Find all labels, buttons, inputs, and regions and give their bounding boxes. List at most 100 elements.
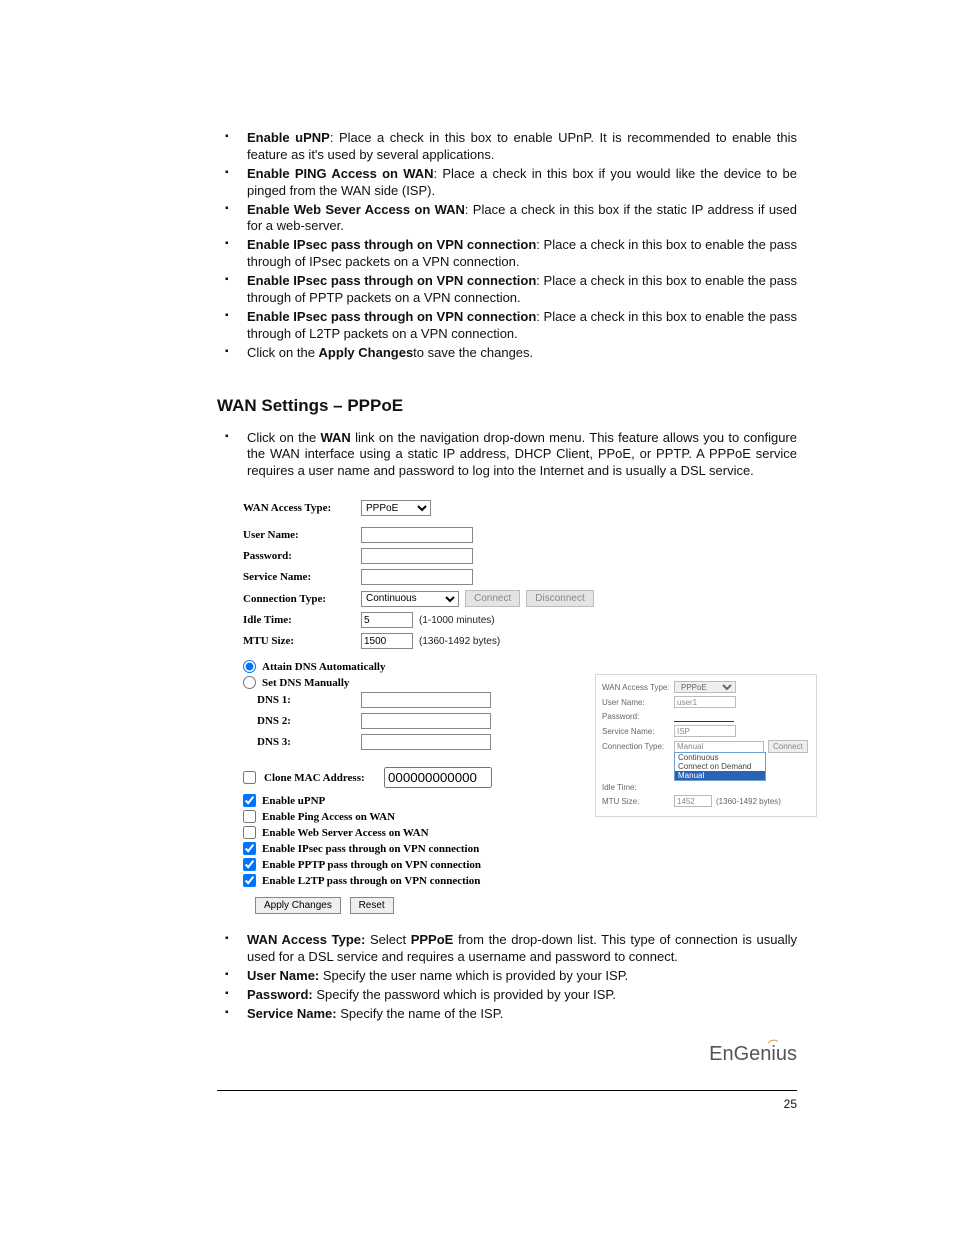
wan-access-type-select[interactable]: PPPoE	[361, 500, 431, 516]
bullet-item: Enable Web Sever Access on WAN: Place a …	[225, 202, 797, 236]
idle-time-input[interactable]	[361, 612, 413, 628]
inset-option: Connect on Demand	[675, 762, 765, 771]
inset-idle-time-label: Idle Time:	[602, 783, 674, 792]
enable-ipsec-label: Enable IPsec pass through on VPN connect…	[262, 843, 479, 855]
clone-mac-label: Clone MAC Address:	[264, 772, 384, 784]
enable-ping-label: Enable Ping Access on WAN	[262, 811, 395, 823]
disconnect-button[interactable]: Disconnect	[526, 590, 593, 607]
bullet-item: Enable IPsec pass through on VPN connect…	[225, 273, 797, 307]
inset-wan-access-label: WAN Access Type:	[602, 683, 674, 692]
enable-upnp-label: Enable uPNP	[262, 795, 325, 807]
bullet-rest: : Place a check in this box to enable UP…	[247, 130, 797, 162]
inset-password-label: Password:	[602, 712, 674, 721]
wifi-wave-icon: ⌒	[767, 1036, 780, 1053]
bullet-item: WAN Access Type: Select PPPoE from the d…	[225, 932, 797, 966]
enable-pptp-label: Enable PPTP pass through on VPN connecti…	[262, 859, 481, 871]
logo-wrap: ⌒ EnGenius	[217, 1043, 797, 1066]
dns3-label: DNS 3:	[257, 736, 361, 748]
attain-dns-radio[interactable]	[243, 660, 256, 673]
footer-rule	[217, 1090, 797, 1091]
reset-button[interactable]: Reset	[350, 897, 394, 914]
inset-wan-access-select: PPPoE	[674, 681, 736, 693]
upper-bullet-list: Enable uPNP: Place a check in this box t…	[217, 130, 797, 362]
inset-option-selected: Manual	[675, 771, 765, 780]
inset-mtu-label: MTU Size:	[602, 797, 674, 806]
idle-time-label: Idle Time:	[243, 614, 361, 626]
bullet-item: Enable IPsec pass through on VPN connect…	[225, 309, 797, 343]
dns2-input[interactable]	[361, 713, 491, 729]
inset-user-name-value	[674, 696, 736, 708]
inset-mtu-hint: (1360-1492 bytes)	[716, 797, 781, 806]
inset-conn-type-value	[674, 741, 764, 753]
bullet-item: Enable IPsec pass through on VPN connect…	[225, 237, 797, 271]
bullet-bold2: PPPoE	[411, 932, 454, 947]
enable-pptp-checkbox[interactable]	[243, 858, 256, 871]
inset-service-name-value	[674, 725, 736, 737]
bullet-bold: Enable uPNP	[247, 130, 330, 145]
password-input[interactable]	[361, 548, 473, 564]
bullet-mid: Select	[365, 932, 410, 947]
bullet-bold: Password:	[247, 987, 313, 1002]
mtu-label: MTU Size:	[243, 635, 361, 647]
user-name-input[interactable]	[361, 527, 473, 543]
inset-conn-type-label: Connection Type:	[602, 742, 674, 751]
bullet-rest: Specify the password which is provided b…	[313, 987, 616, 1002]
connection-type-label: Connection Type:	[243, 593, 361, 605]
idle-time-hint: (1-1000 minutes)	[419, 615, 495, 626]
inset-preview: WAN Access Type:PPPoE User Name: Passwor…	[595, 674, 817, 817]
bullet-item: Click on the WAN link on the navigation …	[225, 430, 797, 481]
bullet-bold: Enable IPsec pass through on VPN connect…	[247, 309, 536, 324]
enable-web-server-label: Enable Web Server Access on WAN	[262, 827, 429, 839]
inset-mtu-value	[674, 795, 712, 807]
inset-connect-button: Connect	[768, 740, 808, 753]
wan-form: WAN Access Type: PPPoE User Name: Passwo…	[243, 500, 797, 914]
bullet-item: Click on the Apply Changesto save the ch…	[225, 345, 797, 362]
bullet-item: Enable uPNP: Place a check in this box t…	[225, 130, 797, 164]
bullet-bold: Service Name:	[247, 1006, 337, 1021]
dns2-label: DNS 2:	[257, 715, 361, 727]
enable-l2tp-label: Enable L2TP pass through on VPN connecti…	[262, 875, 480, 887]
set-dns-label: Set DNS Manually	[262, 677, 349, 689]
connect-button[interactable]: Connect	[465, 590, 520, 607]
intro-pre: Click on the	[247, 430, 320, 445]
clone-mac-checkbox[interactable]	[243, 771, 256, 784]
attain-dns-label: Attain DNS Automatically	[262, 661, 385, 673]
inset-option: Continuous	[675, 753, 765, 762]
logo-text: EnGenius	[709, 1043, 797, 1065]
bullet-rest: to save the changes.	[413, 345, 533, 360]
engenius-logo: ⌒ EnGenius	[709, 1043, 797, 1066]
bullet-item: User Name: Specify the user name which i…	[225, 968, 797, 985]
enable-l2tp-checkbox[interactable]	[243, 874, 256, 887]
enable-upnp-checkbox[interactable]	[243, 794, 256, 807]
connection-type-select[interactable]: Continuous	[361, 591, 459, 607]
bullet-bold: Enable PING Access on WAN	[247, 166, 434, 181]
bullet-rest: Specify the user name which is provided …	[319, 968, 628, 983]
wan-intro-list: Click on the WAN link on the navigation …	[217, 430, 797, 481]
wan-access-type-label: WAN Access Type:	[243, 502, 361, 514]
enable-ping-checkbox[interactable]	[243, 810, 256, 823]
mtu-input[interactable]	[361, 633, 413, 649]
clone-mac-input[interactable]	[384, 767, 492, 788]
bullet-bold: Enable IPsec pass through on VPN connect…	[247, 237, 536, 252]
service-name-input[interactable]	[361, 569, 473, 585]
enable-ipsec-checkbox[interactable]	[243, 842, 256, 855]
dns1-label: DNS 1:	[257, 694, 361, 706]
bullet-bold: Enable Web Sever Access on WAN	[247, 202, 465, 217]
set-dns-radio[interactable]	[243, 676, 256, 689]
inset-dropdown-list: Continuous Connect on Demand Manual	[674, 752, 766, 781]
bullet-bold: Enable IPsec pass through on VPN connect…	[247, 273, 536, 288]
enable-web-server-checkbox[interactable]	[243, 826, 256, 839]
mtu-hint: (1360-1492 bytes)	[419, 636, 500, 647]
inset-service-name-label: Service Name:	[602, 727, 674, 736]
service-name-label: Service Name:	[243, 571, 361, 583]
bullet-bold: User Name:	[247, 968, 319, 983]
inset-user-name-label: User Name:	[602, 698, 674, 707]
dns3-input[interactable]	[361, 734, 491, 750]
apply-changes-button[interactable]: Apply Changes	[255, 897, 341, 914]
page-number: 25	[217, 1097, 797, 1111]
bullet-item: Service Name: Specify the name of the IS…	[225, 1006, 797, 1023]
password-label: Password:	[243, 550, 361, 562]
bullet-bold: Apply Changes	[319, 345, 414, 360]
dns1-input[interactable]	[361, 692, 491, 708]
section-heading: WAN Settings – PPPoE	[217, 396, 797, 416]
